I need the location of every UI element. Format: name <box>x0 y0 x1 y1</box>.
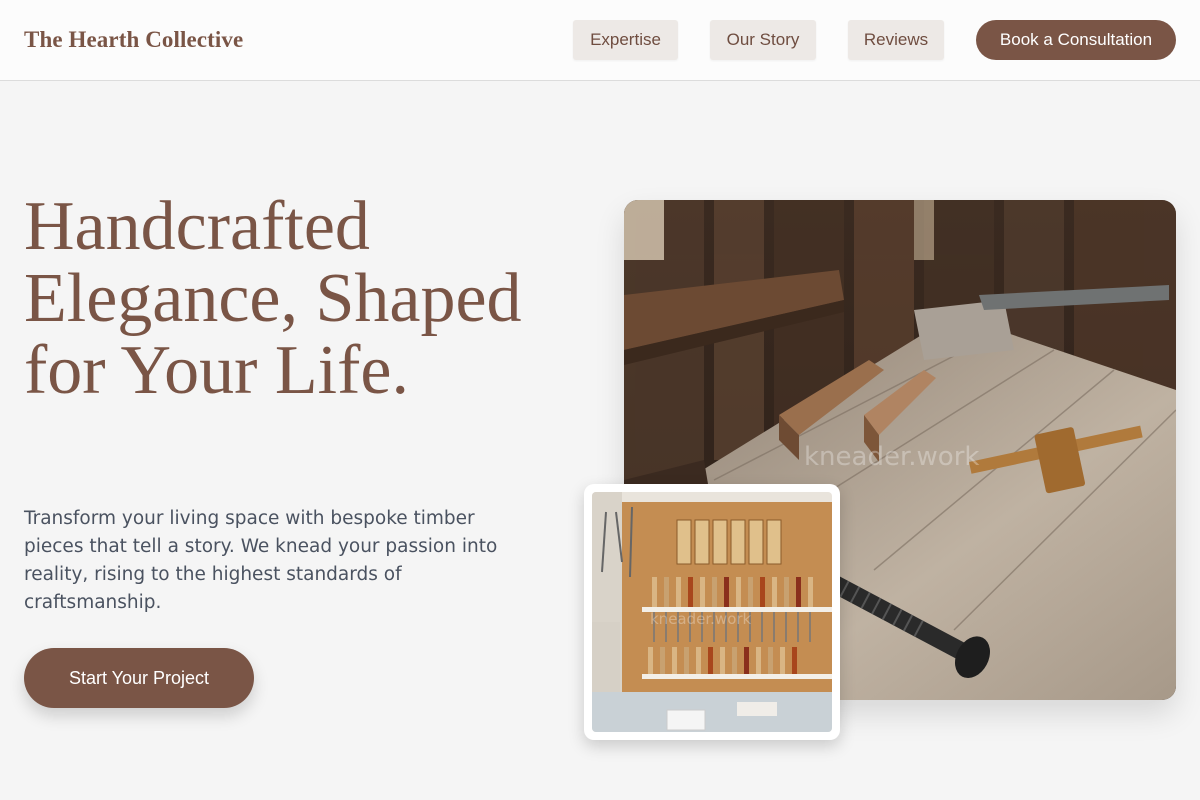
book-consultation-button[interactable]: Book a Consultation <box>976 20 1176 60</box>
nav-our-story[interactable]: Our Story <box>710 20 816 60</box>
main-photo-watermark: kneader.work <box>804 442 979 472</box>
start-project-button[interactable]: Start Your Project <box>24 648 254 708</box>
tool-rack-photo: kneader.work <box>592 492 832 732</box>
hero-subtitle: Transform your living space with bespoke… <box>24 508 498 613</box>
tool-rack-photo-frame: kneader.work <box>584 484 840 740</box>
small-photo-watermark: kneader.work <box>650 610 752 628</box>
brand-logo[interactable]: The Hearth Collective <box>24 27 243 53</box>
nav-reviews[interactable]: Reviews <box>848 20 944 60</box>
hero-title: Handcrafted Elegance, Shaped for Your Li… <box>24 188 522 409</box>
site-header: The Hearth Collective Expertise Our Stor… <box>0 0 1200 81</box>
nav-expertise[interactable]: Expertise <box>573 20 678 60</box>
